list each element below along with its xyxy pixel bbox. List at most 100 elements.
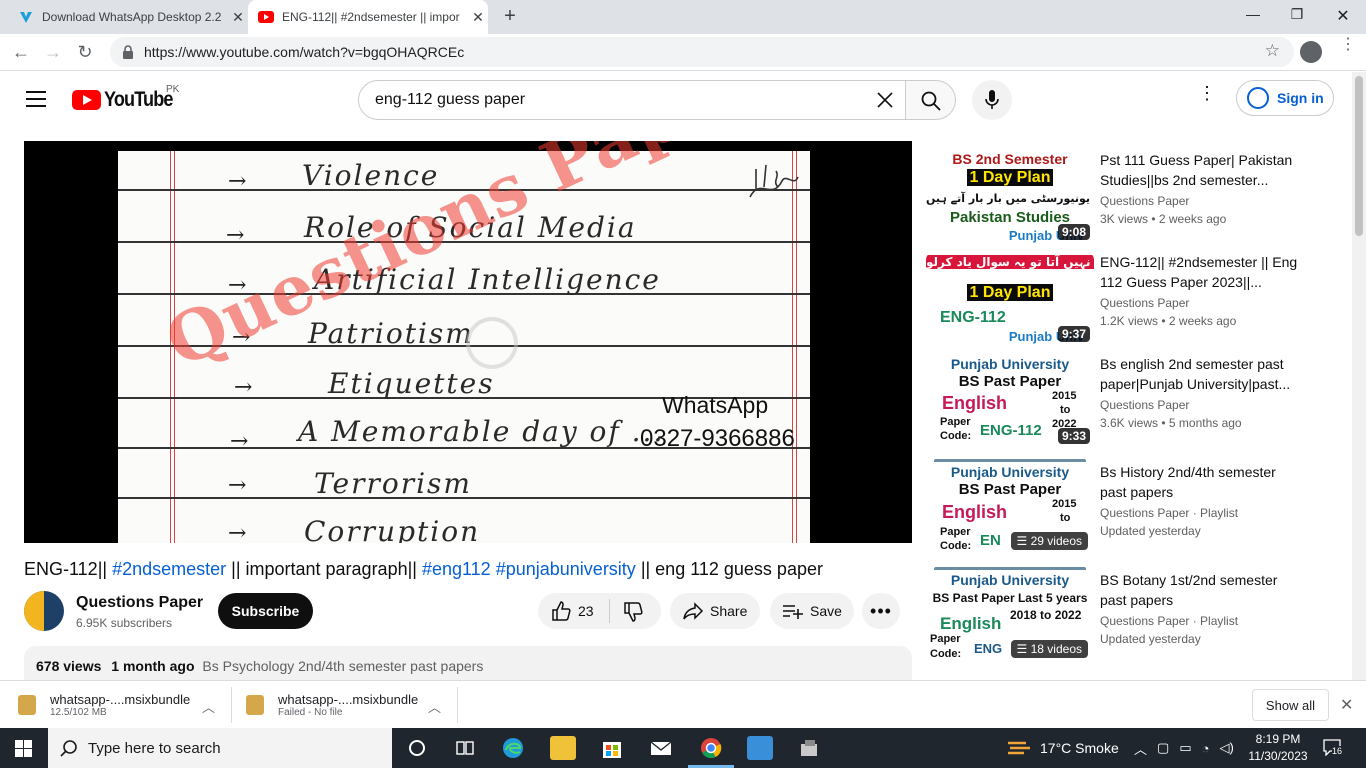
- chevron-up-icon[interactable]: ︿: [1134, 739, 1147, 758]
- subscribe-button[interactable]: Subscribe: [218, 593, 313, 629]
- recommendation-title[interactable]: Bs english 2nd semester past paper|Punja…: [1100, 354, 1300, 394]
- file-explorer-icon[interactable]: [550, 736, 576, 760]
- meet-now-icon[interactable]: ▢: [1157, 740, 1169, 756]
- playlist-card[interactable]: Punjab University BS Past Paper Last 5 y…: [926, 567, 1306, 664]
- hashtag-link[interactable]: #2ndsemester: [112, 559, 226, 579]
- microsoft-store-icon[interactable]: [599, 736, 625, 760]
- recommendation-channel[interactable]: Questions Paper: [1100, 398, 1189, 412]
- title-text: || eng 112 guess paper: [635, 559, 823, 579]
- settings-kebab-icon[interactable]: ⋮: [1198, 84, 1216, 110]
- sign-in-button[interactable]: Sign in: [1236, 80, 1334, 116]
- new-tab-button[interactable]: +: [500, 6, 520, 27]
- profile-avatar-icon[interactable]: [1300, 41, 1322, 63]
- taskbar-search-box[interactable]: Type here to search: [48, 728, 392, 768]
- hamburger-menu-icon[interactable]: [26, 91, 46, 107]
- page-scrollbar[interactable]: [1352, 72, 1366, 680]
- recommendation-meta: 1.2K views • 2 weeks ago: [1100, 314, 1237, 328]
- recommendation-meta: Updated yesterday: [1100, 632, 1201, 646]
- control-panel-icon[interactable]: [747, 736, 773, 760]
- recommendation-title[interactable]: BS Botany 1st/2nd semester past papers: [1100, 570, 1300, 610]
- chrome-icon[interactable]: [698, 736, 724, 760]
- youtube-logo[interactable]: YouTube PK: [72, 84, 184, 112]
- edge-browser-icon[interactable]: [500, 736, 526, 760]
- tab-youtube-video[interactable]: ENG-112|| #2ndsemester || impor ✕: [248, 0, 488, 34]
- whatsapp-number: 0327-9366886: [640, 425, 795, 452]
- recommendation-title[interactable]: ENG-112|| #2ndsemester || Eng 112 Guess …: [1100, 252, 1300, 292]
- video-thumbnail[interactable]: Punjab University BS Past Paper English …: [926, 354, 1094, 448]
- recommendation-channel[interactable]: Questions Paper · Playlist: [1100, 506, 1238, 520]
- search-input[interactable]: eng-112 guess paper: [358, 80, 906, 120]
- download-filename: whatsapp-....msixbundle: [50, 692, 191, 707]
- chevron-up-icon[interactable]: ︿: [202, 697, 215, 716]
- recommendation-channel[interactable]: Questions Paper: [1100, 194, 1189, 208]
- browser-tab-strip: Download WhatsApp Desktop 2.2 ✕ ENG-112|…: [0, 0, 1366, 34]
- task-view-icon[interactable]: [452, 736, 478, 760]
- taskbar-clock[interactable]: 8:19 PM 11/30/2023: [1248, 731, 1308, 765]
- tab-whatsapp-download[interactable]: Download WhatsApp Desktop 2.2 ✕: [14, 0, 246, 34]
- recommendation-card[interactable]: Punjab University BS Past Paper English …: [926, 354, 1306, 448]
- recommendation-title[interactable]: Pst 111 Guess Paper| Pakistan Studies||b…: [1100, 150, 1300, 190]
- recommendation-card[interactable]: BS 2nd Semester 1 Day Plan یہ سوال پنجاب…: [926, 150, 1306, 244]
- volume-icon[interactable]: ◁): [1219, 740, 1233, 756]
- search-icon: [921, 91, 941, 111]
- scrollbar-thumb[interactable]: [1355, 76, 1363, 236]
- youtube-favicon-icon: [258, 9, 274, 25]
- chevron-up-icon[interactable]: ︿: [428, 697, 441, 716]
- reload-button[interactable]: ↻: [72, 40, 98, 66]
- app-installer-icon[interactable]: [796, 736, 822, 760]
- search-button[interactable]: [906, 80, 956, 120]
- channel-name[interactable]: Questions Paper: [76, 594, 203, 612]
- playlist-card[interactable]: Punjab University BS Past Paper English …: [926, 459, 1306, 556]
- close-tab-icon[interactable]: ✕: [470, 9, 486, 25]
- wifi-icon[interactable]: ◔: [1202, 741, 1210, 756]
- video-thumbnail[interactable]: BS 2nd Semester 1 Day Plan یہ سوال پنجاب…: [926, 150, 1094, 244]
- download-item[interactable]: whatsapp-....msixbundle Failed - No file…: [246, 681, 458, 729]
- save-button[interactable]: Save: [770, 593, 854, 629]
- subscriber-count: 6.95K subscribers: [76, 616, 173, 630]
- playlist-thumbnail[interactable]: Punjab University BS Past Paper Last 5 y…: [926, 570, 1094, 664]
- description-preview: Bs Psychology 2nd/4th semester past pape…: [202, 658, 484, 674]
- hashtag-link[interactable]: #eng112: [422, 559, 491, 579]
- weather-widget[interactable]: 17°C Smoke: [1006, 728, 1119, 768]
- clear-search-icon[interactable]: [875, 90, 895, 110]
- hashtag-link[interactable]: #punjabuniversity: [496, 559, 636, 579]
- recommendation-meta: Updated yesterday: [1100, 524, 1201, 538]
- video-player[interactable]: → → → → → → → → Violence Role of Social …: [24, 141, 912, 543]
- notification-center-icon[interactable]: 16: [1322, 738, 1346, 758]
- smoke-weather-icon: [1008, 741, 1030, 755]
- start-button[interactable]: [0, 728, 48, 768]
- playlist-thumbnail[interactable]: Punjab University BS Past Paper English …: [926, 462, 1094, 556]
- show-all-downloads-button[interactable]: Show all: [1252, 689, 1329, 721]
- maximize-window-button[interactable]: ❐: [1286, 6, 1308, 26]
- youtube-wordmark: YouTube: [104, 88, 173, 111]
- handwritten-line: Etiquettes: [328, 367, 495, 400]
- recommendation-title[interactable]: Bs History 2nd/4th semester past papers: [1100, 462, 1300, 502]
- bookmark-star-icon[interactable]: ☆: [1265, 41, 1280, 61]
- video-thumbnail[interactable]: اگر کچھ نہیں آتا تو یہ سوال یاد کرلو 1 D…: [926, 252, 1094, 346]
- voice-search-button[interactable]: [972, 80, 1012, 120]
- download-item[interactable]: whatsapp-....msixbundle 12.5/102 MB ︿: [18, 681, 230, 729]
- country-code: PK: [166, 84, 180, 95]
- minimize-window-button[interactable]: —: [1242, 6, 1264, 26]
- close-window-button[interactable]: ✕: [1332, 6, 1354, 26]
- calligraphy-seal-icon: [749, 164, 799, 198]
- battery-icon[interactable]: ▭: [1179, 740, 1191, 756]
- like-button[interactable]: [550, 600, 572, 625]
- share-button[interactable]: Share: [670, 593, 760, 629]
- more-actions-icon[interactable]: •••: [862, 593, 900, 629]
- mail-icon[interactable]: [648, 736, 674, 760]
- dislike-button[interactable]: [622, 601, 644, 626]
- channel-avatar[interactable]: [24, 591, 64, 631]
- recommendation-channel[interactable]: Questions Paper: [1100, 296, 1189, 310]
- title-text: ENG-112||: [24, 559, 113, 579]
- address-bar[interactable]: https://www.youtube.com/watch?v=bgqOHAQR…: [110, 37, 1294, 67]
- download-shelf: whatsapp-....msixbundle 12.5/102 MB ︿ wh…: [0, 680, 1366, 728]
- back-button[interactable]: ←: [8, 40, 34, 66]
- close-download-shelf-icon[interactable]: ✕: [1340, 695, 1353, 715]
- recommendation-channel[interactable]: Questions Paper · Playlist: [1100, 614, 1238, 628]
- recommendation-card[interactable]: اگر کچھ نہیں آتا تو یہ سوال یاد کرلو 1 D…: [926, 252, 1306, 346]
- forward-button[interactable]: →: [40, 40, 66, 66]
- chrome-menu-icon[interactable]: ⋮: [1340, 37, 1356, 62]
- close-tab-icon[interactable]: ✕: [230, 9, 246, 25]
- cortana-icon[interactable]: [404, 736, 430, 760]
